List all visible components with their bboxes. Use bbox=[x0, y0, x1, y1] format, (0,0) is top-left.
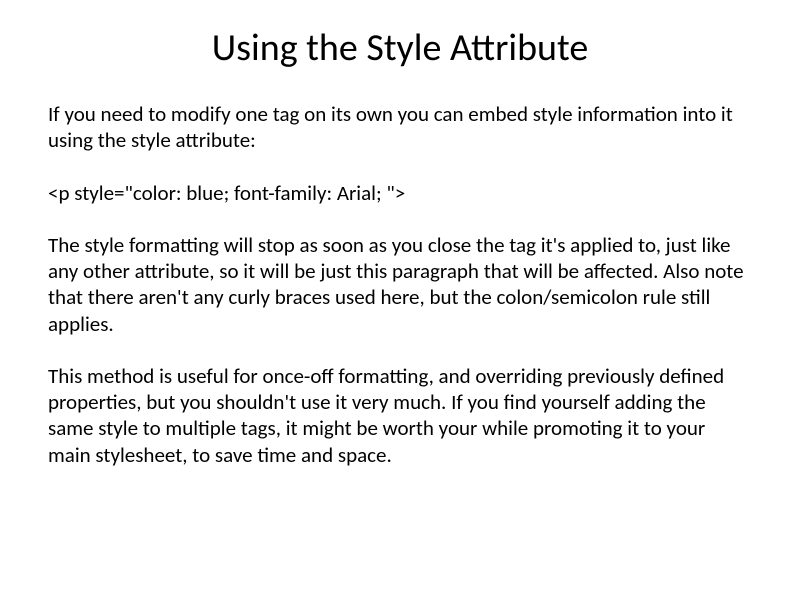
intro-paragraph: If you need to modify one tag on its own… bbox=[48, 101, 752, 154]
explanation-paragraph: The style formatting will stop as soon a… bbox=[48, 232, 752, 337]
code-example: <p style="color: blue; font-family: Aria… bbox=[48, 180, 752, 206]
usage-paragraph: This method is useful for once-off forma… bbox=[48, 363, 752, 468]
slide-title: Using the Style Attribute bbox=[48, 25, 752, 71]
